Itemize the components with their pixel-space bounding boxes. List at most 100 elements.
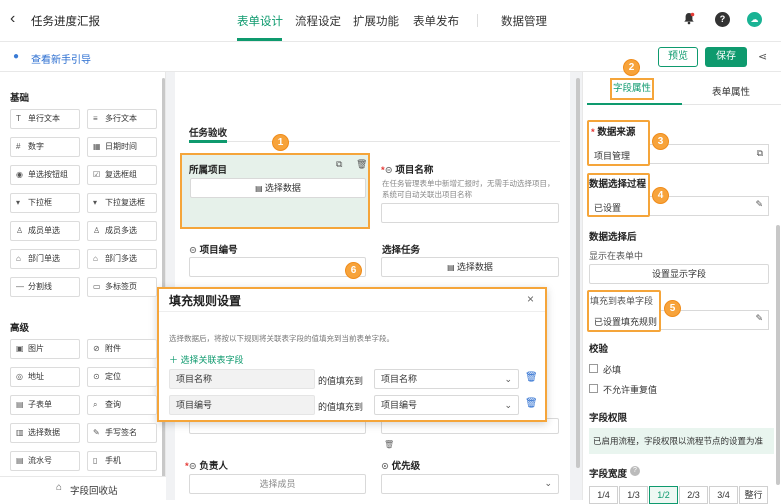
right-panel-scrollbar[interactable] [776,225,780,485]
basic-component-3[interactable]: ▦ 日期时间 [87,137,157,157]
component-icon: ▤ [16,456,24,465]
dialog-title: 填充规则设置 [169,294,242,308]
canvas-scrollbar[interactable] [576,78,580,468]
priority-select[interactable]: ⌄ [381,474,559,494]
app-title: 任务进度汇报 [31,16,100,28]
basic-component-0[interactable]: T 单行文本 [10,109,80,129]
save-button[interactable]: 保存 [705,47,747,67]
basic-component-11[interactable]: ⌂ 部门多选 [87,249,157,269]
component-icon: ◎ [16,372,23,381]
width-option-5[interactable]: 整行 [739,486,768,504]
select-member-button[interactable]: 选择成员 [189,474,366,494]
form-tab-label[interactable]: 任务验收 [189,125,227,139]
component-label: 附件 [105,344,121,353]
basic-component-6[interactable]: ▾ 下拉框 [10,193,80,213]
component-label: 定位 [105,372,121,381]
component-label: 手机 [105,456,121,465]
delete-rule-icon-2[interactable]: 🗑 [525,398,538,409]
basic-component-8[interactable]: ♙ 成员单选 [10,221,80,241]
tab-field-properties[interactable]: 字段属性 [610,78,654,100]
advanced-component-4[interactable]: ▤ 子表单 [10,395,80,415]
tab-process[interactable]: 流程设定 [295,13,341,29]
basic-component-10[interactable]: ⌂ 部门单选 [10,249,80,269]
guide-link[interactable]: 查看新手引导 [31,51,91,66]
width-option-2[interactable]: 1/2 [649,486,678,504]
tab-form-properties[interactable]: 表单属性 [712,84,750,98]
rule-target-select-1[interactable]: 项目名称 ⌄ [374,369,519,389]
component-label: 流水号 [28,456,52,465]
trash-icon[interactable]: 🗑 [384,440,394,449]
advanced-component-3[interactable]: ⊙ 定位 [87,367,157,387]
field-label-select-task: 选择任务 [382,245,421,256]
project-code-input[interactable] [189,257,366,277]
tab-form-design[interactable]: 表单设计 [237,13,283,29]
component-icon: ▦ [93,142,101,151]
chevron-down-icon: ⌄ [544,478,552,488]
left-panel-scrollbar[interactable] [162,78,165,488]
tab-extensions[interactable]: 扩展功能 [353,13,399,29]
basic-component-13[interactable]: ▭ 多标签页 [87,277,157,297]
required-checkbox[interactable] [589,364,598,373]
data-source-title: * 数据来源 [591,127,636,138]
bell-icon[interactable] [683,12,695,25]
add-field-link[interactable]: ＋ 选择关联表字段 [169,353,244,366]
edit-icon: ✎ [755,313,763,323]
delete-icon[interactable]: 🗑 [356,159,368,171]
component-icon: ⌂ [16,254,21,263]
basic-component-5[interactable]: ☑ 复选框组 [87,165,157,185]
help-icon[interactable]: ? [715,12,730,27]
basic-component-9[interactable]: ♙ 成员多选 [87,221,157,241]
copy-icon[interactable]: ⧉ [336,159,348,171]
advanced-component-8[interactable]: ▤ 流水号 [10,451,80,471]
basic-component-4[interactable]: ◉ 单选按钮组 [10,165,80,185]
basic-component-2[interactable]: # 数字 [10,137,80,157]
rule-target-select-2[interactable]: 项目编号 ⌄ [374,395,519,415]
field-label-priority: ⊙ 优先级 [381,461,421,472]
set-display-field-button[interactable]: 设置显示字段 [589,264,769,284]
component-icon: T [16,114,21,123]
advanced-component-6[interactable]: ▥ 选择数据 [10,423,80,443]
project-name-input[interactable] [381,203,559,223]
component-icon: ▾ [16,198,21,207]
sub-bar: ● 查看新手引导 预览 保存 ⋖ [0,42,781,72]
component-label: 单行文本 [28,114,60,123]
share-icon[interactable]: ⋖ [758,50,767,63]
process-title: 数据选择过程 [589,179,647,190]
close-icon[interactable]: × [527,292,534,306]
basic-component-7[interactable]: ▾ 下拉复选框 [87,193,157,213]
back-chevron-icon[interactable]: ‹ [10,10,15,28]
advanced-component-0[interactable]: ▣ 图片 [10,339,80,359]
select-data-button-1[interactable]: ▤ 选择数据 [190,178,366,198]
component-icon: ▯ [93,456,98,465]
data-source-box[interactable]: ⧉ [650,144,769,164]
basic-section-title: 基础 [10,93,30,104]
advanced-component-9[interactable]: ▯ 手机 [87,451,157,471]
width-option-0[interactable]: 1/4 [589,486,618,504]
width-option-3[interactable]: 2/3 [679,486,708,504]
field-tab-underline [587,103,682,105]
avatar[interactable]: ☁ [747,12,762,27]
no-duplicate-checkbox[interactable] [589,384,598,393]
width-option-4[interactable]: 3/4 [709,486,738,504]
fill-label: 填充到表单字段 [590,296,654,306]
delete-rule-icon-1[interactable]: 🗑 [525,372,538,383]
step-badge-4: 4 [652,187,669,204]
chevron-down-icon: ⌄ [504,400,512,410]
component-icon: ▾ [93,198,98,207]
component-icon: — [16,282,24,291]
advanced-component-5[interactable]: ⌕ 查询 [87,395,157,415]
select-data-button-2[interactable]: ▤ 选择数据 [381,257,559,277]
tab-publish[interactable]: 表单发布 [413,13,459,29]
basic-component-1[interactable]: ≡ 多行文本 [87,109,157,129]
advanced-component-1[interactable]: ⊘ 附件 [87,339,157,359]
step-badge-5: 5 [664,300,681,317]
advanced-component-2[interactable]: ◎ 地址 [10,367,80,387]
component-label: 多标签页 [105,282,137,291]
basic-component-12[interactable]: — 分割线 [10,277,80,297]
recycle-bin-bar[interactable]: ⌂ 字段回收站 [0,476,166,500]
preview-button[interactable]: 预览 [658,47,698,67]
advanced-component-7[interactable]: ✎ 手写签名 [87,423,157,443]
step-badge-1: 1 [272,134,289,151]
width-option-1[interactable]: 1/3 [619,486,648,504]
tab-data-management[interactable]: 数据管理 [501,13,547,29]
